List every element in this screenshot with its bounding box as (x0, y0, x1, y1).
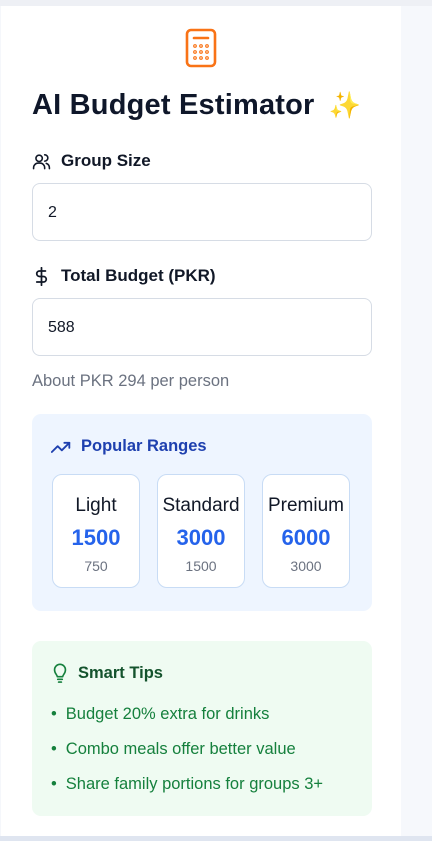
total-budget-label: Total Budget (PKR) (32, 266, 216, 286)
calculator-icon (185, 28, 217, 68)
popular-ranges-title: Popular Ranges (81, 437, 207, 455)
bullet: • (51, 775, 57, 793)
lightbulb-icon (53, 663, 67, 683)
range-amount: 6000 (281, 525, 331, 550)
tip-text: Combo meals offer better value (65, 740, 296, 758)
range-amount: 1500 (71, 525, 121, 550)
bottom-edge (0, 836, 432, 841)
adjacent-pane (401, 6, 432, 836)
sparkle-icon: ✨ (328, 90, 362, 120)
smart-tips-header: Smart Tips (52, 663, 163, 683)
tip-text: Share family portions for groups 3+ (65, 775, 324, 793)
tip-item: • Budget 20% extra for drinks (51, 705, 269, 724)
range-per-person: 1500 (185, 558, 217, 574)
users-icon (32, 153, 51, 169)
total-budget-label-text: Total Budget (PKR) (61, 266, 216, 285)
range-per-person: 3000 (290, 558, 322, 574)
range-option-light[interactable]: Light 1500 750 (52, 474, 140, 588)
bullet: • (51, 705, 57, 723)
page-title: AI Budget Estimator ✨ (32, 89, 392, 122)
range-name: Premium (267, 495, 344, 516)
popular-ranges-card: Popular Ranges Light 1500 750 Standard 3… (32, 414, 372, 611)
tip-item: • Combo meals offer better value (51, 740, 296, 759)
popular-ranges-header: Popular Ranges (51, 437, 207, 456)
group-size-label: Group Size (32, 151, 151, 171)
range-per-person: 750 (84, 558, 108, 574)
range-amount: 3000 (176, 525, 226, 550)
page-title-text: AI Budget Estimator (32, 89, 315, 121)
range-option-premium[interactable]: Premium 6000 3000 (262, 474, 350, 588)
smart-tips-title: Smart Tips (78, 663, 163, 682)
range-name: Standard (162, 495, 240, 516)
range-name: Light (75, 495, 117, 516)
bullet: • (51, 740, 57, 758)
range-option-standard[interactable]: Standard 3000 1500 (157, 474, 245, 588)
tip-text: Budget 20% extra for drinks (65, 705, 270, 723)
tip-item: • Share family portions for groups 3+ (51, 775, 323, 794)
group-size-label-text: Group Size (61, 151, 151, 170)
group-size-input[interactable]: 2 (32, 183, 372, 241)
budget-estimator-panel: AI Budget Estimator ✨ Group Size 2 Total… (1, 6, 401, 836)
dollar-icon (35, 266, 48, 286)
smart-tips-card: Smart Tips • Budget 20% extra for drinks… (32, 641, 372, 816)
total-budget-input[interactable]: 588 (32, 298, 372, 356)
per-person-helper: About PKR 294 per person (32, 372, 230, 390)
trending-up-icon (51, 441, 71, 453)
